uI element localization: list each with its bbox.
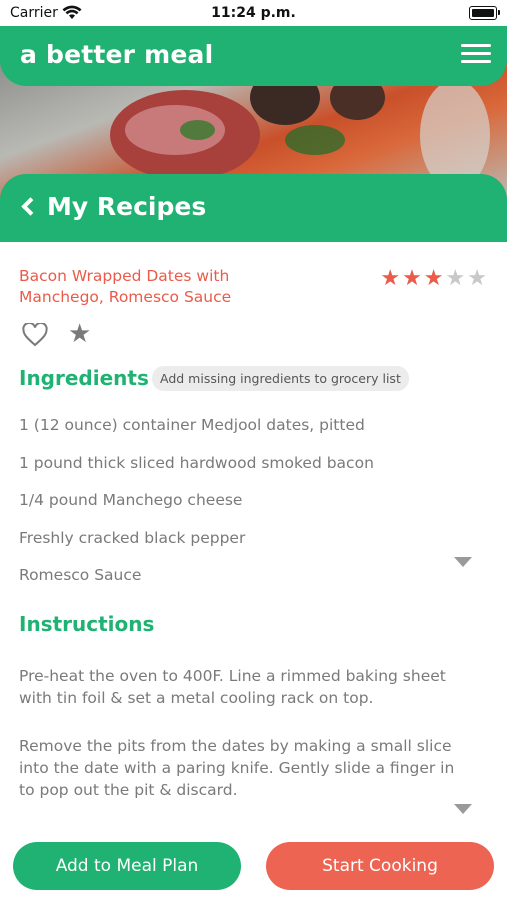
section-header: My Recipes: [0, 174, 507, 242]
star-rating[interactable]: ★ ★ ★ ★ ★: [380, 266, 487, 292]
ingredient-item: Freshly cracked black pepper: [19, 529, 246, 547]
hamburger-menu-icon[interactable]: [461, 44, 491, 68]
ingredient-item: 1 pound thick sliced hardwood smoked bac…: [19, 454, 374, 472]
rating-star-icon[interactable]: ★: [467, 266, 487, 292]
rating-star-icon[interactable]: ★: [380, 266, 400, 292]
brand-logo-text: a better meal: [20, 40, 214, 69]
back-button[interactable]: My Recipes: [20, 192, 206, 221]
rating-star-icon[interactable]: ★: [424, 266, 444, 292]
add-to-meal-plan-button[interactable]: Add to Meal Plan: [13, 842, 241, 890]
expand-ingredients-icon[interactable]: [454, 557, 472, 567]
status-bar: Carrier 11:24 p.m.: [0, 0, 507, 26]
recipe-title: Bacon Wrapped Dates with Manchego, Romes…: [19, 267, 232, 306]
clock: 11:24 p.m.: [211, 5, 296, 21]
expand-instructions-icon[interactable]: [454, 804, 472, 814]
instruction-step: Pre-heat the oven to 400F. Line a rimmed…: [19, 667, 446, 707]
section-title: My Recipes: [47, 192, 207, 221]
heart-outline-icon[interactable]: [22, 323, 48, 347]
ingredient-item: Romesco Sauce: [19, 566, 142, 584]
app-header: a better meal: [0, 26, 507, 86]
ingredient-item: 1 (12 ounce) container Medjool dates, pi…: [19, 416, 365, 434]
instructions-heading: Instructions: [19, 612, 155, 636]
battery-icon: [469, 6, 500, 20]
ingredients-heading: Ingredients: [19, 366, 149, 390]
ingredient-item: 1/4 pound Manchego cheese: [19, 491, 243, 509]
rating-star-icon[interactable]: ★: [446, 266, 466, 292]
start-cooking-button[interactable]: Start Cooking: [266, 842, 494, 890]
instruction-step: Remove the pits from the dates by making…: [19, 737, 455, 799]
chevron-left-icon: [21, 197, 40, 216]
star-icon[interactable]: ★: [68, 320, 91, 348]
rating-star-icon[interactable]: ★: [402, 266, 422, 292]
add-to-grocery-list-button[interactable]: Add missing ingredients to grocery list: [152, 366, 409, 391]
